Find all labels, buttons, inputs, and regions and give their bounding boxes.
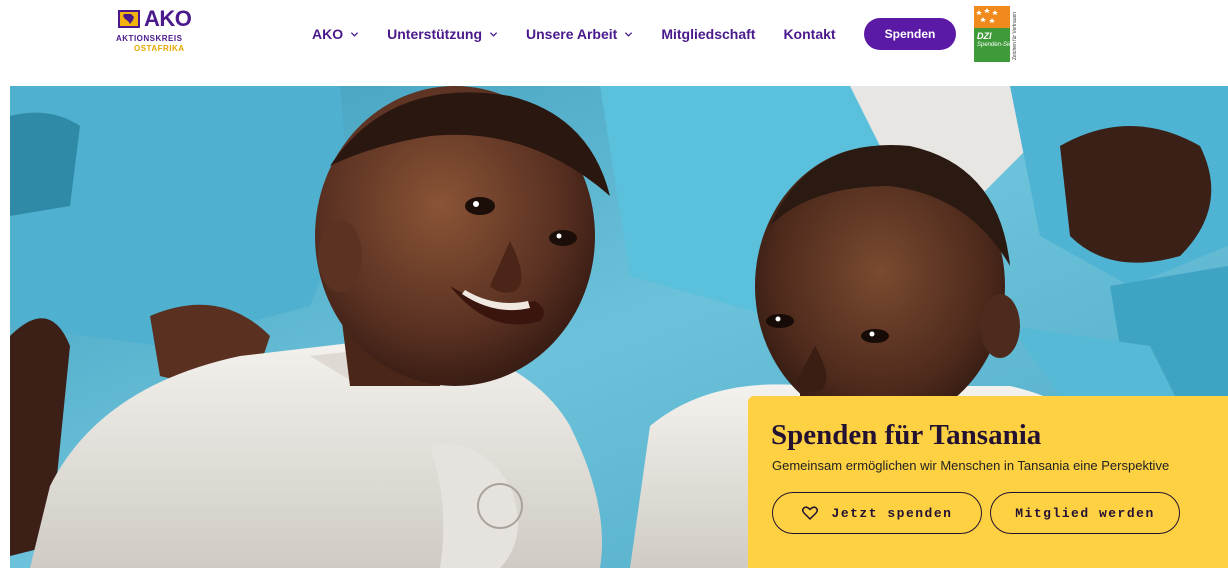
nav-item-unsere-arbeit[interactable]: Unsere Arbeit [526, 26, 633, 42]
header-donate-button[interactable]: Spenden [864, 18, 956, 50]
chevron-down-icon [625, 31, 633, 37]
become-member-button[interactable]: Mitglied werden [990, 492, 1180, 534]
dzi-stars-icon [974, 6, 1010, 28]
dzi-seal[interactable]: DZI Spenden-Siegel Zeichen für Vertrauen [974, 6, 1020, 62]
logo-wordmark: AKO [144, 6, 192, 31]
donate-now-button[interactable]: Jetzt spenden [772, 492, 982, 534]
nav-item-label: AKO [312, 26, 344, 42]
site-header: AKO AKTIONSKREIS OSTAFRIKA AKO Unterstüt… [0, 0, 1228, 86]
dzi-mark: DZI [977, 31, 992, 41]
logo-line-1: AKTIONSKREIS [116, 34, 183, 43]
heart-icon [801, 506, 818, 520]
nav-item-label: Unterstützung [387, 26, 483, 42]
dzi-tagline: Zeichen für Vertrauen [1012, 11, 1018, 60]
nav-item-mitgliedschaft[interactable]: Mitgliedschaft [661, 26, 755, 42]
logo-line-2: OSTAFRIKA [134, 44, 185, 53]
nav-item-ako[interactable]: AKO [312, 26, 359, 42]
become-member-label: Mitglied werden [1015, 505, 1155, 521]
africa-map-icon [118, 10, 140, 28]
hero-subtitle: Gemeinsam ermöglichen wir Menschen in Ta… [772, 458, 1170, 473]
nav-item-label: Unsere Arbeit [526, 26, 618, 42]
nav-item-unterstuetzung[interactable]: Unterstützung [387, 26, 498, 42]
nav-item-label: Mitgliedschaft [661, 26, 756, 42]
nav-item-kontakt[interactable]: Kontakt [783, 26, 835, 42]
chevron-down-icon [489, 31, 498, 37]
nav-item-label: Kontakt [783, 26, 836, 42]
donation-card: Spenden für Tansania Gemeinsam ermöglich… [748, 396, 1228, 568]
ako-logo[interactable]: AKO AKTIONSKREIS OSTAFRIKA [114, 8, 198, 64]
chevron-down-icon [351, 31, 359, 37]
donate-now-label: Jetzt spenden [831, 505, 953, 521]
main-navigation: AKO Unterstützung Unsere Arbeit Mitglied… [312, 24, 836, 44]
hero-title: Spenden für Tansania [771, 419, 1042, 451]
